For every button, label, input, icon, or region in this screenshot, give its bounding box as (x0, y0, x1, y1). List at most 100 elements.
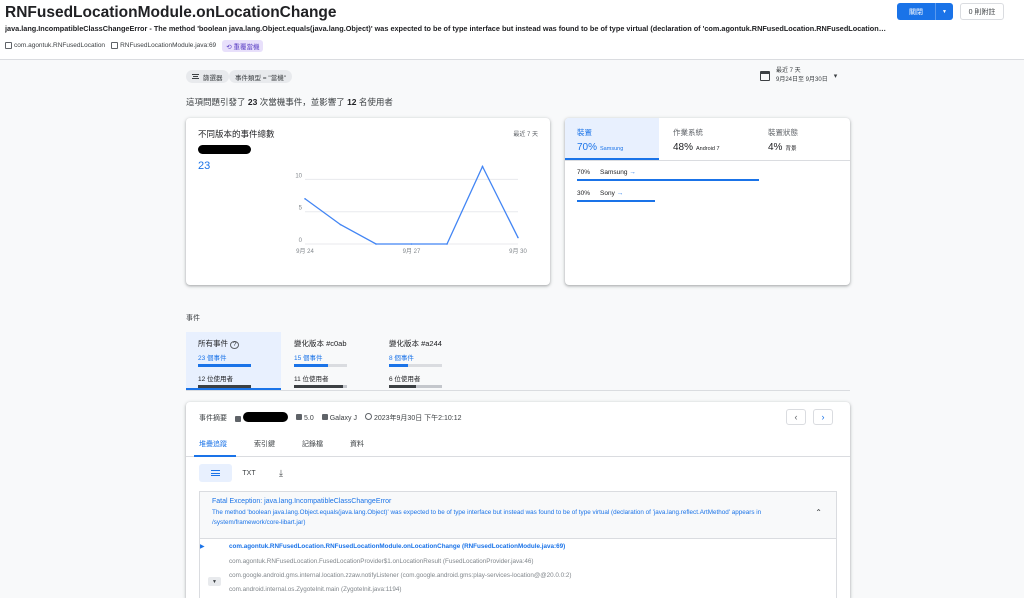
tab-event-count: 23 個事件 (198, 355, 227, 362)
event-detail-card: 事件摘要 5.0 Galaxy J 2023年9月30日 下午2:10:12 ‹… (186, 402, 850, 598)
tab-event-count: 15 個事件 (294, 355, 323, 362)
event-count-bar (389, 364, 442, 367)
device-item: Galaxy J (321, 414, 357, 422)
chevron-up-icon[interactable]: ⌃ (815, 508, 822, 517)
package-item: com.agontuk.RNFusedLocation (5, 42, 105, 50)
event-summary-label: 事件摘要 (199, 415, 227, 422)
download-icon[interactable]: ⤓ (272, 464, 290, 482)
tab-device-sub: Samsung (600, 146, 624, 152)
y-tick-label: 5 (299, 206, 303, 212)
event-summary-row: 事件摘要 5.0 Galaxy J 2023年9月30日 下午2:10:12 (199, 412, 462, 424)
series-line (304, 164, 519, 245)
tab-user-count: 11 位使用者 (294, 376, 329, 383)
device-row-pct: 70% (577, 169, 591, 176)
y-tick-label: 0 (299, 238, 303, 244)
tab-event-count: 8 個事件 (389, 355, 414, 362)
notes-button[interactable]: 0 則附註 (960, 3, 1004, 20)
redacted-item (235, 412, 288, 424)
tab-all-events[interactable]: 所有事件 ? 23 個事件 12 位使用者 (186, 332, 281, 390)
chevron-down-icon[interactable]: ▼ (936, 9, 953, 15)
user-count-bar (389, 385, 442, 388)
event-device: Galaxy J (329, 415, 357, 422)
tab-variant-a244[interactable]: 變化版本 #a244 8 個事件 6 位使用者 (377, 332, 475, 390)
summary-mid: 次當機事件，並影響了 (257, 97, 348, 107)
event-time: 2023年9月30日 下午2:10:12 (373, 415, 462, 422)
prev-event-button[interactable]: ‹ (786, 409, 806, 425)
tab-logs[interactable]: 記錄檔 (302, 439, 323, 449)
regression-badge: ⟲ 重覆當機 (222, 40, 264, 52)
tab-user-count: 12 位使用者 (198, 376, 234, 383)
event-version: 5.0 (304, 415, 314, 422)
version-item: 5.0 (296, 414, 314, 422)
time-item: 2023年9月30日 下午2:10:12 (364, 413, 462, 423)
detail-tabs: 堆疊追蹤 索引鍵 記錄檔 資料 (186, 432, 850, 457)
caret-down-icon[interactable]: ▾ (834, 72, 838, 80)
calendar-icon (760, 71, 770, 81)
source-item[interactable]: RNFusedLocationModule.java:69 (111, 42, 216, 50)
issue-header: RNFusedLocationModule.onLocationChange j… (0, 0, 1024, 60)
stack-frame[interactable]: com.agontuk.RNFusedLocation.RNFusedLocat… (229, 543, 565, 550)
list-view-button[interactable] (199, 464, 232, 482)
tab-stack-trace[interactable]: 堆疊追蹤 (199, 439, 227, 449)
data-point (446, 243, 448, 245)
stack-frame[interactable]: com.google.android.gms.internal.location… (229, 572, 572, 579)
package-icon (5, 42, 12, 50)
tab-keys[interactable]: 索引鍵 (254, 439, 275, 449)
tab-variant-c0ab[interactable]: 變化版本 #c0ab 15 個事件 11 位使用者 (282, 332, 380, 390)
event-type-chip[interactable]: 事件類型 = "當機" (229, 70, 293, 83)
stack-frame[interactable]: com.agontuk.RNFusedLocation.FusedLocatio… (229, 558, 534, 565)
active-tab-indicator (194, 455, 236, 457)
close-label[interactable]: 關閉 (897, 7, 935, 17)
help-icon[interactable]: ? (230, 341, 240, 349)
user-count-bar (198, 385, 251, 388)
card-range: 最近 7 天 (513, 132, 538, 138)
filter-chip[interactable]: 篩選器 (186, 70, 229, 83)
highlight-marker-icon: ▶ (200, 544, 205, 550)
exception-header[interactable]: Fatal Exception: java.lang.IncompatibleC… (200, 492, 836, 539)
android-icon (296, 414, 302, 420)
tab-data[interactable]: 資料 (350, 439, 364, 449)
device-bar-sony (577, 200, 655, 202)
event-count-bar (294, 364, 347, 367)
date-range-picker[interactable]: 最近 7 天 9月24日至 9月30日 ▾ (760, 64, 837, 88)
tab-title: 變化版本 #c0ab (294, 339, 347, 348)
stack-trace: Fatal Exception: java.lang.IncompatibleC… (199, 491, 837, 598)
device-row-pct: 30% (577, 190, 591, 197)
issue-title: RNFusedLocationModule.onLocationChange (5, 4, 337, 21)
tab-title: 變化版本 #a244 (389, 339, 442, 348)
events-section-label: 事件 (186, 315, 200, 322)
data-point (481, 165, 484, 168)
stack-frame[interactable]: com.android.internal.os.ZygoteInit.main … (229, 586, 401, 593)
txt-view-button[interactable]: TXT (238, 464, 260, 482)
data-point (339, 223, 342, 226)
source-file[interactable]: RNFusedLocationModule.java:69 (120, 43, 216, 50)
tab-user-count: 6 位使用者 (389, 376, 421, 383)
device-row-sony[interactable]: 30% Sony → (577, 190, 623, 197)
exception-title: Fatal Exception: java.lang.IncompatibleC… (212, 498, 392, 505)
tab-os[interactable]: 作業系統 48% Android 7 (661, 118, 756, 160)
filter-label: 篩選器 (203, 74, 223, 82)
close-issue-button[interactable]: 關閉 ▼ (897, 3, 953, 20)
device-row-name: Sony (600, 190, 615, 197)
tab-os-sub: Android 7 (696, 146, 720, 152)
tab-os-label: 作業系統 (673, 128, 703, 137)
data-point (375, 243, 377, 245)
expand-frames-button[interactable]: ▼ (208, 577, 221, 586)
x-tick-label: 9月 24 (296, 248, 314, 255)
y-tick-label: 10 (295, 173, 302, 179)
device-icon (321, 414, 328, 420)
issue-meta: com.agontuk.RNFusedLocation RNFusedLocat… (5, 40, 264, 52)
device-row-samsung[interactable]: 70% Samsung → (577, 169, 636, 176)
badge-label: 重覆當機 (233, 44, 260, 51)
arrow-right-icon: → (629, 169, 636, 176)
tab-device-state[interactable]: 裝置狀態 4% 背景 (756, 118, 850, 160)
filter-icon (192, 74, 199, 79)
issue-summary: 這項問題引發了 23 次當機事件，並影響了 12 名使用者 (186, 96, 393, 108)
tab-os-pct: 48% (673, 142, 694, 153)
tab-device[interactable]: 裝置 70% Samsung (565, 118, 659, 160)
redacted-version (198, 145, 251, 154)
card-title: 不同版本的事件總數 (198, 129, 275, 139)
next-event-button[interactable]: › (813, 409, 833, 425)
total-events: 23 (198, 160, 211, 172)
tab-state-pct: 4% (768, 142, 783, 153)
